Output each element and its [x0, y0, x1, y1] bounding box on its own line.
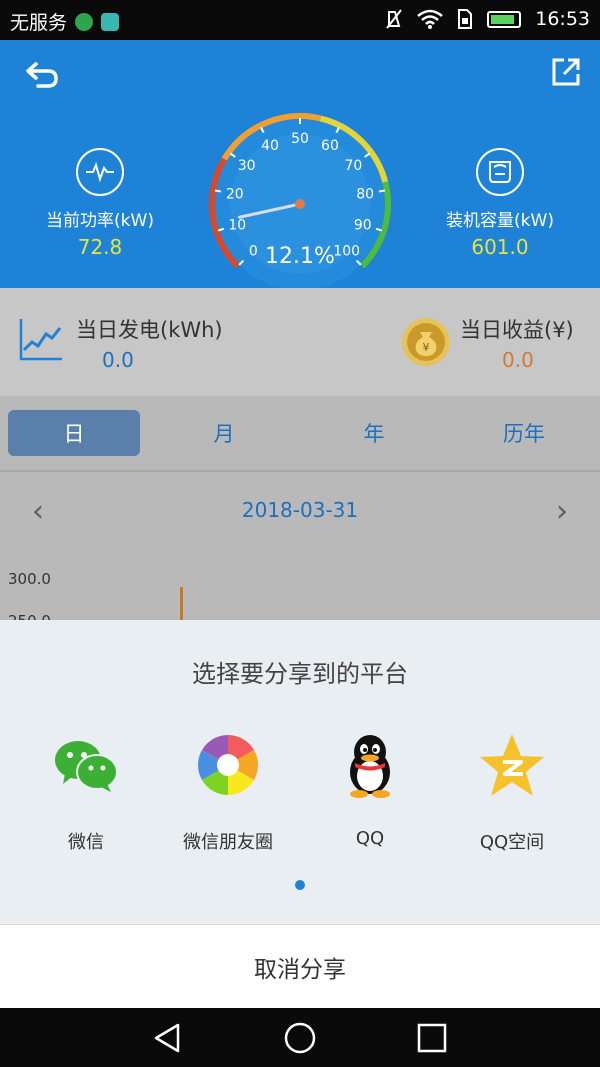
daily-revenue-label: 当日收益(¥) [460, 318, 574, 342]
app-icon [101, 12, 120, 31]
installed-capacity-label: 装机容量(kW) [446, 211, 554, 231]
sim-icon [458, 9, 473, 29]
share-sheet: 选择要分享到的平台 微信 微信朋友圈 QQ QQ空间 [0, 620, 600, 924]
current-power-value: 72.8 [77, 235, 123, 259]
gauge-tick-label: 10 [228, 217, 246, 233]
share-qzone-label: QQ空间 [479, 832, 545, 853]
share-icon[interactable] [550, 56, 582, 88]
daily-generation-label: 当日发电(kWh) [76, 318, 223, 342]
chart-area: ‹ 2018-03-31 › 300.0 250.0 [0, 472, 600, 630]
installed-capacity-value: 601.0 [471, 235, 529, 259]
share-wechat[interactable]: 微信 [16, 730, 156, 854]
gauge-tick-label: 70 [344, 158, 362, 174]
y-tick-label: 300.0 [8, 570, 51, 588]
next-date-button[interactable]: › [556, 494, 568, 529]
gauge-tick-label: 90 [354, 217, 372, 233]
daily-summary: 当日发电(kWh) 0.0 ¥ 当日收益(¥) 0.0 [0, 288, 600, 396]
moments-icon [197, 735, 259, 795]
share-qq-label: QQ [355, 828, 385, 849]
page-indicator [295, 880, 305, 890]
share-moments[interactable]: 微信朋友圈 [158, 730, 298, 854]
current-power-label: 当前功率(kW) [46, 211, 154, 231]
home-circle-icon[interactable] [282, 1020, 318, 1056]
system-nav-bar [0, 1008, 600, 1067]
recents-square-icon[interactable] [414, 1020, 450, 1056]
gauge-tick-label: 30 [238, 158, 256, 174]
wechat-icon [55, 741, 118, 792]
mute-icon [386, 9, 403, 29]
carrier-label: 无服务 [10, 12, 68, 34]
tab-all-years[interactable]: 历年 [458, 410, 590, 456]
back-triangle-icon[interactable] [150, 1020, 186, 1056]
period-tabs: 日 月 年 历年 [0, 396, 600, 472]
pulse-icon [76, 148, 124, 196]
earth-icon [75, 12, 94, 31]
gauge-tick-label: 60 [321, 138, 339, 154]
share-qq[interactable]: QQ [300, 730, 440, 849]
svg-text:¥: ¥ [423, 341, 430, 354]
trend-chart-icon [19, 319, 62, 361]
gauge-tick-mark [214, 189, 222, 193]
share-qzone[interactable]: QQ空间 [442, 730, 582, 854]
clock: 16:53 [535, 8, 590, 30]
date-label[interactable]: 2018-03-31 [200, 498, 400, 522]
date-nav: ‹ 2018-03-31 › [0, 492, 600, 532]
installed-capacity: 装机容量(kW) 601.0 [440, 148, 560, 259]
current-power: 当前功率(kW) 72.8 [40, 148, 160, 259]
gauge-tick-label: 20 [226, 187, 244, 203]
tab-day[interactable]: 日 [8, 410, 140, 456]
inverter-icon [476, 148, 524, 196]
status-bar: 无服务 16:53 [0, 0, 600, 40]
share-wechat-label: 微信 [68, 832, 104, 853]
gauge-tick-label: 80 [356, 187, 374, 203]
share-sheet-title: 选择要分享到的平台 [192, 660, 408, 688]
battery-icon [487, 10, 522, 28]
tab-month[interactable]: 月 [158, 410, 290, 456]
qq-icon [350, 735, 390, 798]
gauge-percent: 12.1% [265, 244, 335, 269]
gauge-tick-label: 40 [261, 138, 279, 154]
prev-date-button[interactable]: ‹ [32, 494, 44, 529]
tab-year[interactable]: 年 [308, 410, 440, 456]
back-icon[interactable] [22, 58, 62, 92]
cancel-share-button[interactable]: 取消分享 [0, 924, 600, 1008]
money-bag-icon: ¥ [402, 318, 450, 366]
gauge-hub [295, 199, 305, 209]
chart-spike [180, 587, 183, 620]
wifi-icon [417, 9, 444, 29]
qzone-icon [480, 734, 544, 796]
gauge-tick-label: 50 [291, 131, 309, 147]
header: 当前功率(kW) 72.8 装机容量(kW) 601.0 0 10 20 30 40 50… [0, 40, 600, 290]
daily-revenue-value: 0.0 [502, 348, 534, 372]
gauge-tick-mark [378, 189, 386, 193]
daily-generation-value: 0.0 [102, 348, 134, 372]
share-moments-label: 微信朋友圈 [183, 832, 273, 853]
